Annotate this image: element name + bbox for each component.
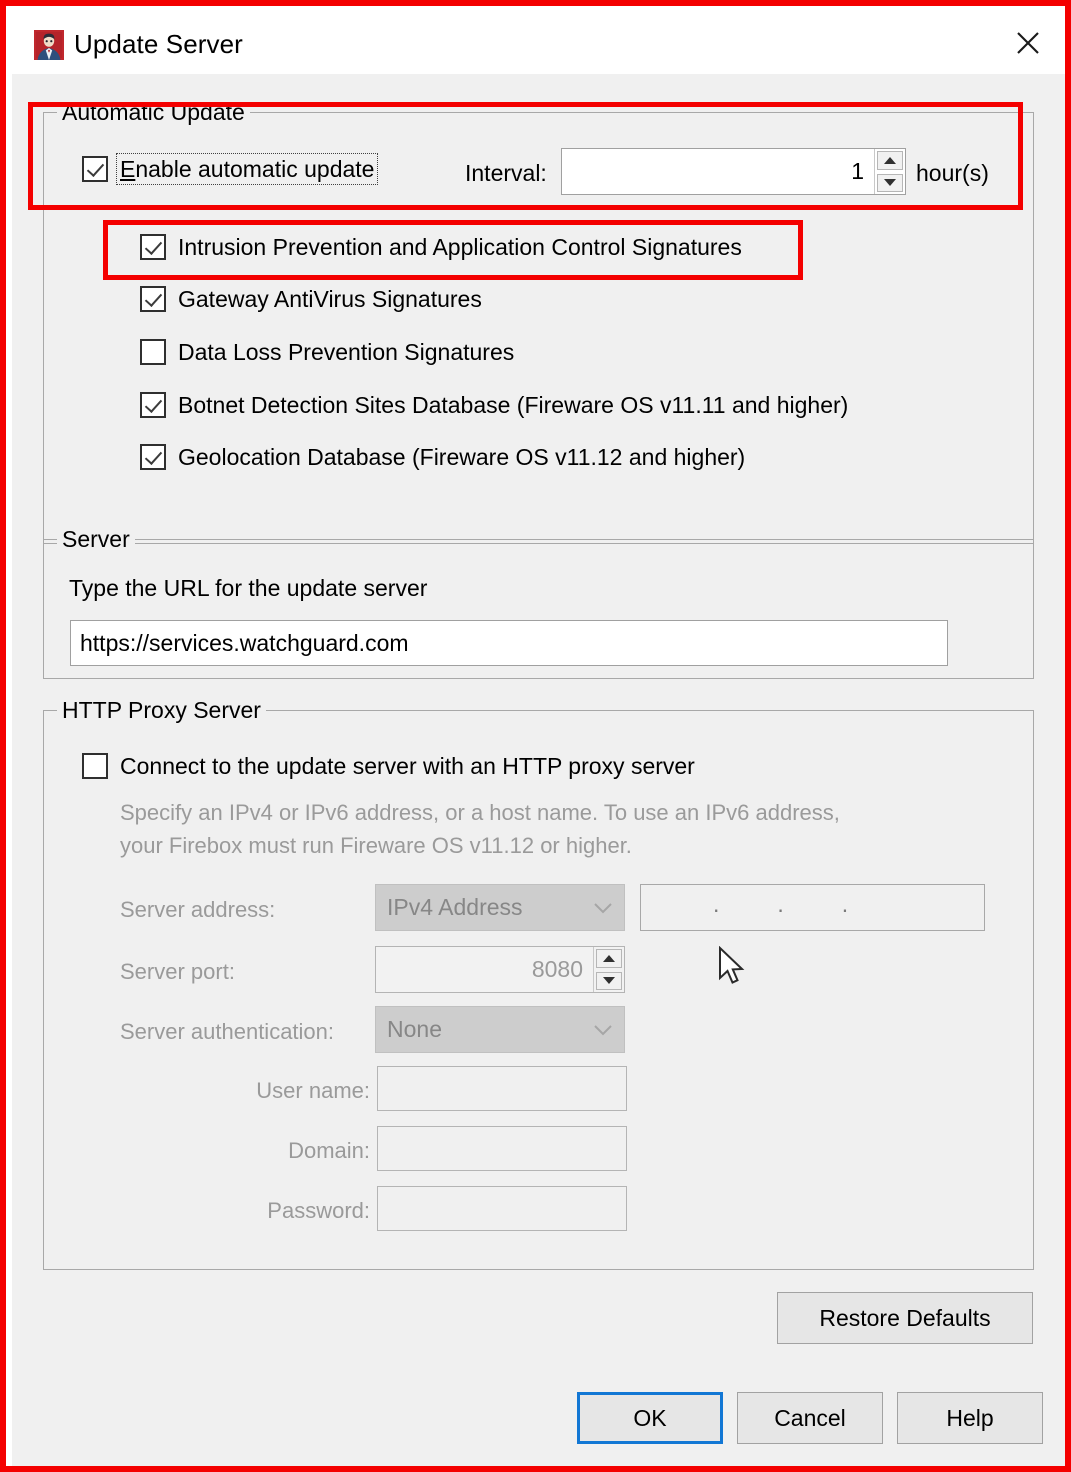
chevron-up-icon <box>603 954 615 962</box>
checkbox-box[interactable] <box>140 444 166 470</box>
checkbox-label: Connect to the update server with an HTT… <box>120 753 695 779</box>
server-port-increment-button[interactable] <box>596 949 622 968</box>
interval-spinner-buttons[interactable] <box>874 149 905 194</box>
server-port-spinner[interactable]: 8080 <box>375 946 625 993</box>
checkbox-label: Data Loss Prevention Signatures <box>178 339 515 365</box>
server-authentication-select[interactable]: None <box>375 1006 625 1053</box>
checkbox-box[interactable] <box>82 156 108 182</box>
interval-units-label: hour(s) <box>916 160 989 186</box>
server-authentication-value: None <box>387 1016 442 1042</box>
checkbox-label: Gateway AntiVirus Signatures <box>178 286 482 312</box>
server-url-instruction: Type the URL for the update server <box>69 575 428 601</box>
title-bar: Update Server <box>12 12 1065 74</box>
update-server-url-input[interactable] <box>70 620 948 666</box>
user-name-label: User name: <box>256 1078 370 1103</box>
server-port-value[interactable]: 8080 <box>376 947 593 992</box>
chevron-down-icon <box>603 977 615 985</box>
server-port-label: Server port: <box>120 959 235 984</box>
watchguard-app-icon <box>34 30 64 60</box>
proxy-hint-line-1: Specify an IPv4 or IPv6 address, or a ho… <box>120 800 840 825</box>
server-authentication-label: Server authentication: <box>120 1019 335 1044</box>
chevron-up-icon <box>884 156 896 164</box>
server-address-type-select[interactable]: IPv4 Address <box>375 884 625 931</box>
server-address-ip-input[interactable]: . . . <box>640 884 985 931</box>
enable-automatic-update-checkbox[interactable]: Enable automatic update <box>82 153 379 185</box>
cancel-button[interactable]: Cancel <box>737 1392 883 1444</box>
checkbox-data-loss-prevention[interactable]: Data Loss Prevention Signatures <box>140 339 514 365</box>
checkbox-gateway-antivirus[interactable]: Gateway AntiVirus Signatures <box>140 286 482 312</box>
checkbox-botnet-detection[interactable]: Botnet Detection Sites Database (Firewar… <box>140 392 848 418</box>
accelerator-letter: E <box>120 156 136 182</box>
enable-automatic-update-label: Enable automatic update <box>116 153 379 185</box>
chevron-down-icon <box>884 179 896 187</box>
update-server-dialog-screenshot: Update Server Automatic Update Enable au… <box>0 0 1071 1472</box>
automatic-update-group-title: Automatic Update <box>57 98 250 126</box>
interval-label: Interval: <box>465 160 547 186</box>
server-port-decrement-button[interactable] <box>596 971 622 990</box>
connect-with-http-proxy-checkbox[interactable]: Connect to the update server with an HTT… <box>82 753 695 779</box>
http-proxy-server-group-title: HTTP Proxy Server <box>57 696 266 724</box>
domain-input[interactable] <box>377 1126 627 1171</box>
dialog-body: Automatic Update Enable automatic update… <box>12 74 1065 1466</box>
checkbox-geolocation-database[interactable]: Geolocation Database (Fireware OS v11.12… <box>140 444 745 470</box>
ok-button[interactable]: OK <box>577 1392 723 1444</box>
checkbox-box[interactable] <box>82 753 108 779</box>
server-group-title: Server <box>57 525 135 553</box>
restore-defaults-button[interactable]: Restore Defaults <box>777 1292 1033 1344</box>
checkbox-box[interactable] <box>140 234 166 260</box>
checkbox-intrusion-prevention[interactable]: Intrusion Prevention and Application Con… <box>140 234 742 260</box>
server-address-type-value: IPv4 Address <box>387 894 523 920</box>
interval-decrement-button[interactable] <box>877 173 903 192</box>
checkbox-box[interactable] <box>140 286 166 312</box>
server-port-spinner-buttons[interactable] <box>593 947 624 992</box>
interval-value[interactable]: 1 <box>562 149 874 194</box>
checkbox-box[interactable] <box>140 339 166 365</box>
window-title: Update Server <box>74 29 243 59</box>
close-icon[interactable] <box>995 12 1061 74</box>
help-button[interactable]: Help <box>897 1392 1043 1444</box>
checkbox-box[interactable] <box>140 392 166 418</box>
interval-increment-button[interactable] <box>877 151 903 170</box>
proxy-hint-line-2: your Firebox must run Fireware OS v11.12… <box>120 833 632 858</box>
interval-spinner[interactable]: 1 <box>561 148 906 195</box>
checkbox-label: Botnet Detection Sites Database (Firewar… <box>178 392 849 418</box>
password-label: Password: <box>267 1198 370 1223</box>
chevron-down-icon <box>582 902 624 914</box>
checkbox-label: Intrusion Prevention and Application Con… <box>178 234 742 260</box>
enable-automatic-update-label-rest: nable automatic update <box>135 156 375 182</box>
domain-label: Domain: <box>288 1138 370 1163</box>
password-input[interactable] <box>377 1186 627 1231</box>
user-name-input[interactable] <box>377 1066 627 1111</box>
checkbox-label: Geolocation Database (Fireware OS v11.12… <box>178 444 746 470</box>
chevron-down-icon <box>582 1024 624 1036</box>
server-address-label: Server address: <box>120 897 276 922</box>
